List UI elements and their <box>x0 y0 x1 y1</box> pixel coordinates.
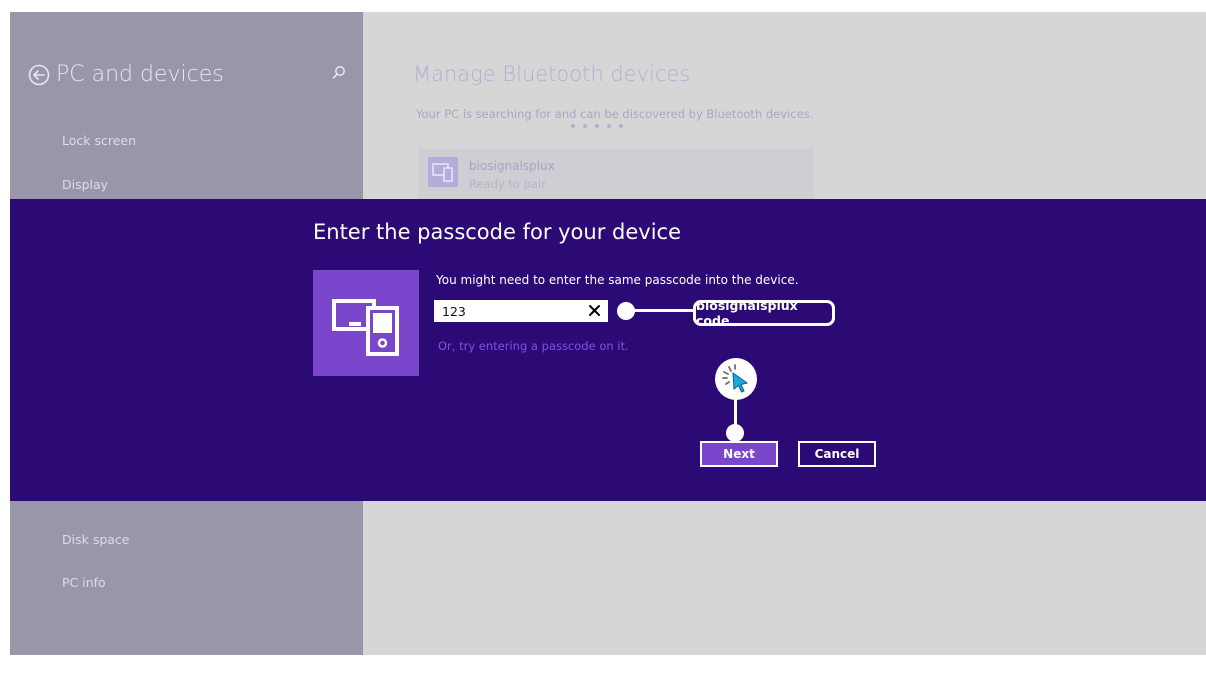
search-icon[interactable] <box>332 65 346 81</box>
device-name: biosignalsplux <box>469 159 555 173</box>
pc-and-phone-icon <box>332 299 399 356</box>
cancel-button[interactable]: Cancel <box>798 441 876 467</box>
clear-input-icon[interactable] <box>588 304 601 317</box>
sidebar-item-display[interactable]: Display <box>62 177 108 192</box>
sidebar-header: PC and devices <box>28 62 224 87</box>
callout-label: biosignalsplux code <box>693 298 835 328</box>
sidebar-title: PC and devices <box>56 62 224 87</box>
next-button[interactable]: Next <box>700 441 778 467</box>
device-tile <box>313 270 419 376</box>
back-arrow-circle-icon[interactable] <box>28 64 50 86</box>
bluetooth-status-text: Your PC is searching for and can be disc… <box>416 107 814 121</box>
sidebar-item-pc-info[interactable]: PC info <box>62 575 106 590</box>
device-list-item[interactable]: biosignalsplux Ready to pair <box>418 149 814 202</box>
settings-screen: PC and devices Lock screen Display Disk … <box>10 12 1206 655</box>
callout-anchor-dot-next <box>726 424 744 442</box>
page-title: Manage Bluetooth devices <box>413 62 691 86</box>
passcode-dialog: Enter the passcode for your device You m… <box>10 199 1206 501</box>
click-cursor-icon <box>715 358 757 400</box>
device-icon <box>428 157 458 187</box>
alt-passcode-link[interactable]: Or, try entering a passcode on it. <box>438 339 629 353</box>
dialog-title: Enter the passcode for your device <box>313 220 682 244</box>
sidebar-item-disk-space[interactable]: Disk space <box>62 532 130 547</box>
callout-connector <box>633 309 695 312</box>
device-status: Ready to pair <box>469 177 546 191</box>
passcode-input[interactable] <box>434 300 608 322</box>
searching-progress-dots <box>571 124 623 128</box>
sidebar-item-lock-screen[interactable]: Lock screen <box>62 133 136 148</box>
dialog-instruction: You might need to enter the same passcod… <box>436 273 799 287</box>
